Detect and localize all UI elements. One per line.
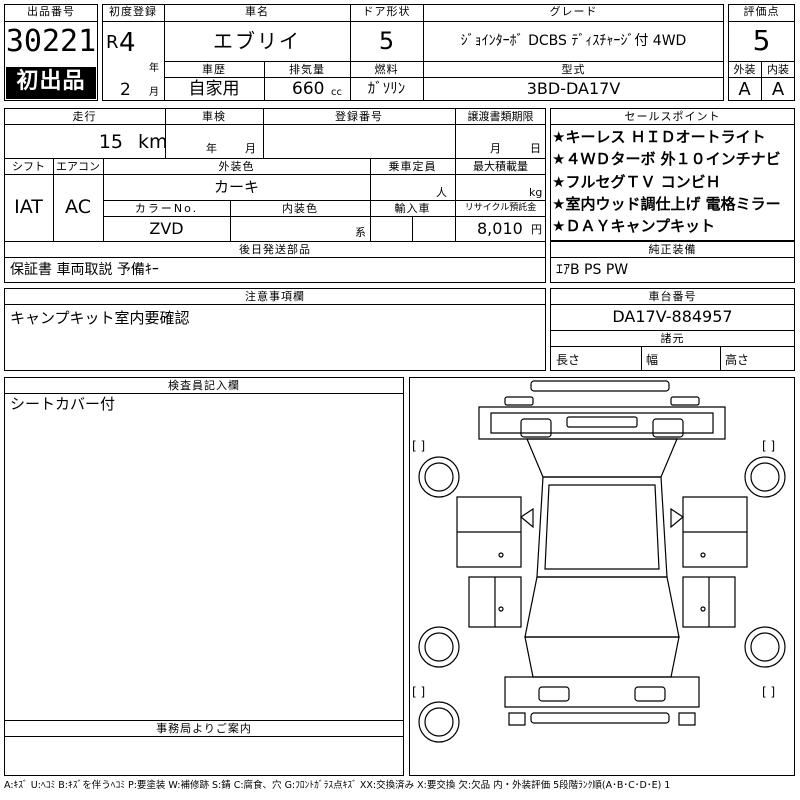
import-label: 輸入車 [394,202,431,215]
standard-equipment-label: 純正装備 [648,243,697,256]
int-score-value: A [771,79,785,100]
dimensions-label: 諸元 [660,332,685,345]
inspector-label: 検査員記入欄 [168,379,240,392]
car-name-value: エブリイ [213,29,301,53]
transfer-month-unit: 月 [490,142,501,155]
first-reg-month-unit: 月 [149,87,159,98]
diagram-bracket-left-front: [ ] [412,439,426,453]
displacement-value: 660 [292,79,325,99]
inspection-month-unit: 月 [245,142,256,155]
color-no-value: ZVD [149,219,184,238]
inspector-frame [4,377,404,776]
lot-label: 出品番号 [27,5,75,18]
max-load-label: 最大積載量 [473,160,528,173]
width-label: 幅 [646,353,659,367]
diagram-bracket-right-front: [ ] [762,439,776,453]
inspection-label: 車検 [202,110,226,123]
inspector-value: シートカバー付 [10,395,116,413]
door-label: ドア形状 [362,5,411,18]
aircon-value: AC [65,196,91,218]
fuel-value: ｶﾞｿﾘﾝ [367,79,406,97]
color-no-label: カラーNo. [134,202,199,215]
height-label: 高さ [725,353,750,367]
aircon-label: エアコン [56,160,100,173]
recycle-value: 8,010 [477,219,523,238]
mileage-unit: km [138,131,168,153]
capacity-unit: 人 [436,186,447,199]
recycle-unit: 円 [531,223,542,236]
displacement-label: 排気量 [289,63,325,76]
office-label: 事務局よりご案内 [156,722,252,735]
later-parts-value: 保証書 車両取説 予備ｷｰ [10,262,159,278]
score-label: 評価点 [743,5,780,18]
car-damage-diagram [418,380,786,743]
inspection-year-unit: 年 [206,142,217,155]
ext-score-value: A [738,79,751,100]
first-reg-era: R [106,32,119,53]
first-reg-year: 4 [119,28,136,58]
grade-label: グレード [549,5,598,18]
sales-point-item: ★フルセグＴＶ コンビＨ [552,173,721,191]
recycle-label: リサイクル預託金 [464,203,537,213]
ext-color-value: カーキ [213,178,259,196]
score-value: 5 [752,24,771,57]
max-load-unit: kg [529,186,543,199]
registration-label: 登録番号 [335,110,383,123]
damage-legend: A:ｷｽﾞ U:ﾍｺﾐ B:ｷｽﾞを伴うﾍｺﾐ P:要塗装 W:補修跡 S:錆 … [4,780,671,791]
history-label: 車歴 [202,63,226,76]
first-reg-label: 初度登録 [109,5,157,18]
history-value: 自家用 [188,79,240,99]
caution-label: 注意事項欄 [245,290,305,303]
lot-number: 30221 [5,24,97,59]
first-reg-year-unit: 年 [149,63,159,74]
later-parts-label: 後日発送部品 [239,243,311,256]
diagram-bracket-left-rear: [ ] [412,685,426,699]
length-label: 長さ [556,353,581,367]
int-score-label: 内装 [767,63,789,76]
mileage-label: 走行 [72,110,97,123]
capacity-label: 乗車定員 [388,160,437,173]
chassis-value: DA17V-884957 [612,307,733,326]
diagram-bracket-right-rear: [ ] [762,685,776,699]
transfer-label: 譲渡書類期限 [467,110,534,123]
door-value: 5 [378,27,395,55]
chassis-label: 車台番号 [648,290,697,303]
car-name-label: 車名 [245,5,269,18]
transfer-day-unit: 日 [530,142,541,155]
shift-value: IAT [14,196,43,218]
sales-point-item: ★ＤＡＹキャンプキット [552,217,715,235]
int-color-label: 内装色 [282,202,318,215]
displacement-unit: cc [331,87,342,98]
standard-equipment-value: ｴｱB PS PW [556,262,629,278]
ext-color-label: 外装色 [218,160,255,173]
sales-point-item: ★４ＷＤターボ 外１０インチナビ [552,150,781,168]
mileage-value: 15 [98,131,123,153]
shift-label: シフト [12,160,45,173]
model-value: 3BD-DA17V [526,79,621,98]
model-label: 型式 [561,63,586,76]
sales-point-item: ★キーレス ＨＩＤオートライト [552,128,766,146]
first-listing-text: 初出品 [16,69,86,94]
first-reg-month: 2 [120,80,131,100]
int-color-unit: 系 [355,226,366,239]
sales-point-item: ★室内ウッド調仕上げ 電格ミラー [552,195,781,213]
sales-points-label: セールスポイント [624,110,721,123]
fuel-label: 燃料 [374,63,399,76]
caution-value: キャンプキット室内要確認 [10,309,190,327]
grade-value: ｼﾞｮｲﾝﾀｰﾎﾞ DCBS ﾃﾞｨｽﾁｬｰｼﾞ付 4WD [460,33,687,49]
ext-score-label: 外装 [733,63,756,76]
